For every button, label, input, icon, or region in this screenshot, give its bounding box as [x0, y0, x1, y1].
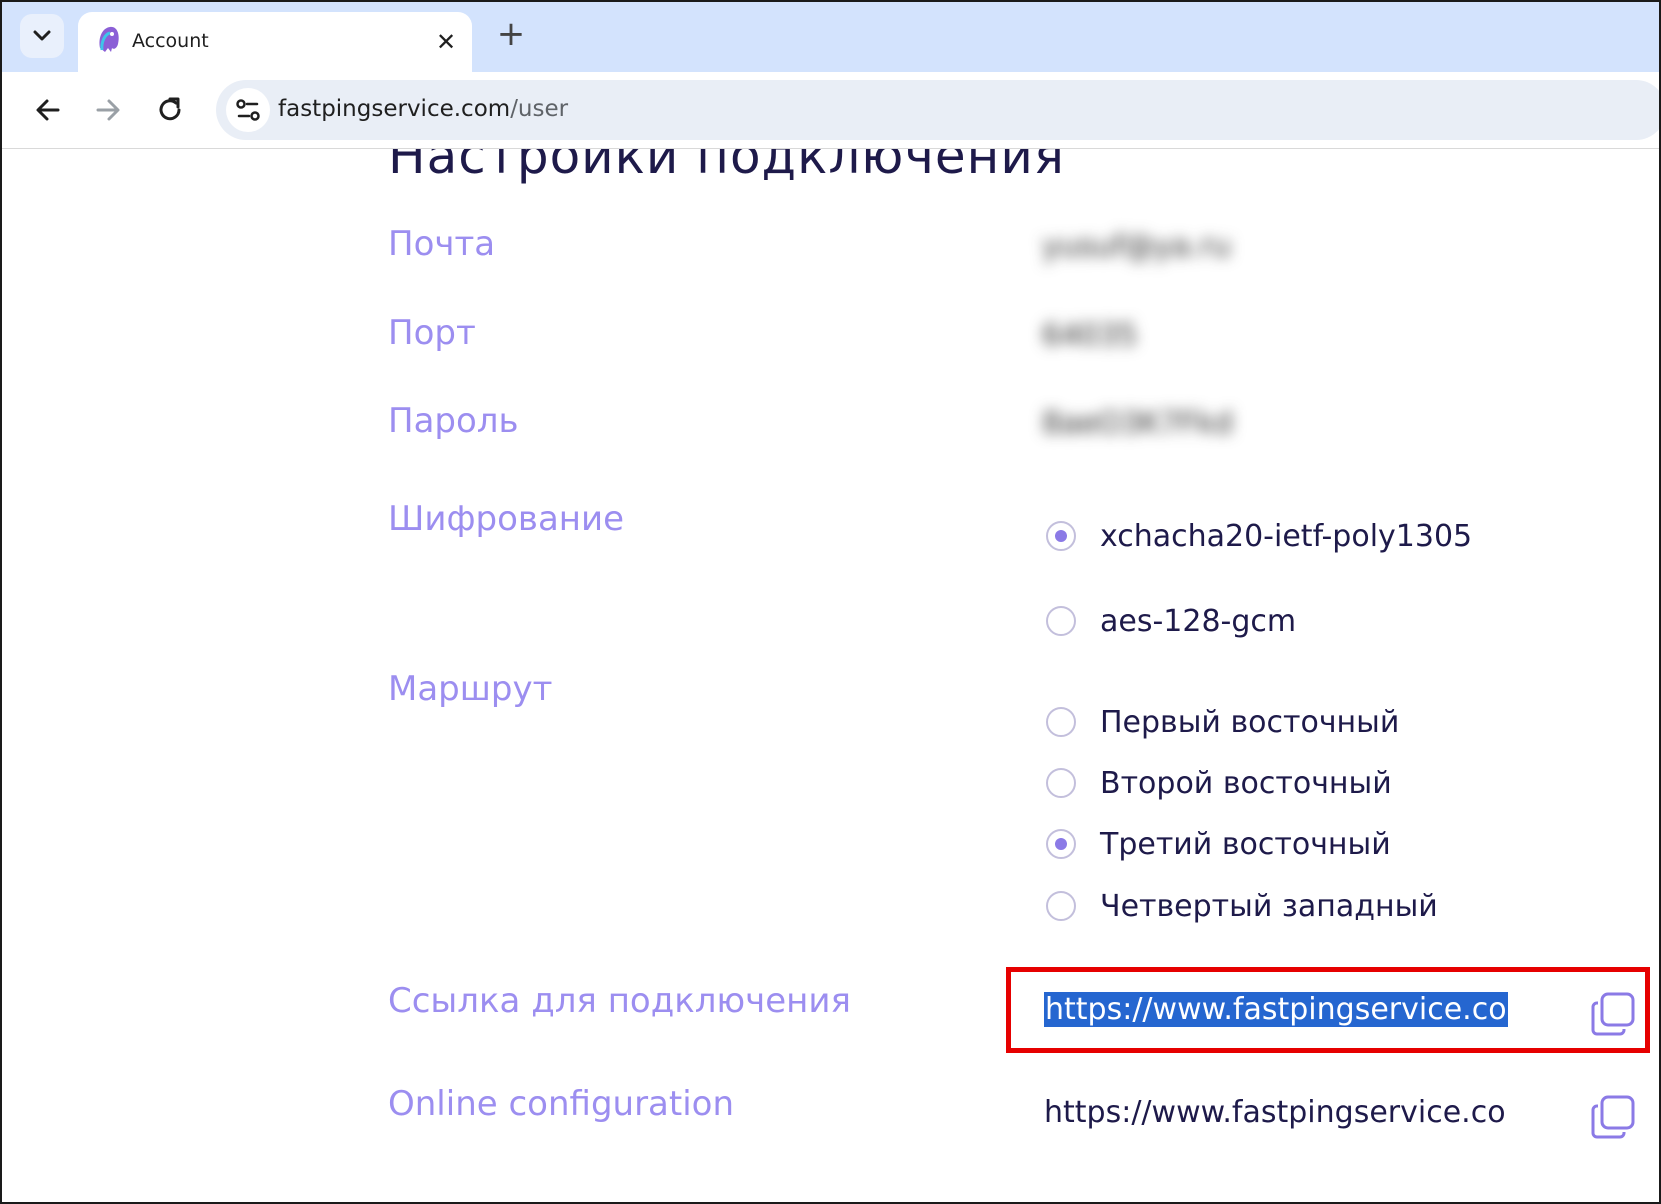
radio-label: Второй восточный [1100, 765, 1392, 801]
radio-button[interactable] [1046, 891, 1076, 921]
port-value: 64035 [1042, 318, 1138, 353]
route-option-second-east[interactable]: Второй восточный [1046, 763, 1392, 803]
radio-button[interactable] [1046, 768, 1076, 798]
encryption-option-aes[interactable]: aes-128-gcm [1046, 601, 1296, 641]
encryption-label: Шифрование [388, 499, 625, 539]
reload-icon[interactable] [150, 90, 190, 130]
address-bar[interactable]: fastpingservice.com/user [216, 80, 1659, 140]
encryption-option-xchacha[interactable]: xchacha20-ietf-poly1305 [1046, 516, 1472, 556]
highlight-annotation [1006, 967, 1650, 1053]
online-config-value[interactable]: https://www.fastpingservice.co [1044, 1095, 1506, 1130]
online-config-label: Online configuration [388, 1084, 735, 1124]
radio-button[interactable] [1046, 521, 1076, 551]
radio-button[interactable] [1046, 606, 1076, 636]
tab-account[interactable]: Account ✕ [78, 12, 472, 72]
route-option-first-east[interactable]: Первый восточный [1046, 702, 1399, 742]
browser-toolbar: fastpingservice.com/user [2, 72, 1659, 149]
page-title: Настройки подключения [388, 149, 1065, 185]
radio-label: xchacha20-ietf-poly1305 [1100, 518, 1473, 554]
browser-window: Account ✕ + fastpingservice.com/user Нас… [0, 0, 1661, 1204]
port-label: Порт [388, 313, 476, 353]
radio-label: Третий восточный [1100, 826, 1391, 862]
url-path: /user [510, 96, 569, 122]
connection-link-label: Ссылка для подключения [388, 981, 851, 1021]
new-tab-button[interactable]: + [494, 17, 528, 52]
page-content: Настройки подключения Почта yusuf@ya.ru … [2, 149, 1659, 1202]
route-option-fourth-west[interactable]: Четвертый западный [1046, 886, 1438, 926]
radio-label: Первый восточный [1100, 704, 1400, 740]
forward-arrow-icon[interactable] [88, 90, 128, 130]
email-value: yusuf@ya.ru [1042, 229, 1231, 264]
tab-search-button[interactable] [20, 14, 64, 58]
email-label: Почта [388, 224, 496, 264]
password-label: Пароль [388, 401, 519, 441]
password-value: 8aeO3K7Fkd [1042, 406, 1234, 441]
tab-strip: Account ✕ + [2, 2, 1659, 72]
back-arrow-icon[interactable] [28, 90, 68, 130]
copy-icon[interactable] [1590, 1094, 1636, 1140]
route-label: Маршрут [388, 669, 553, 709]
url-domain: fastpingservice.com [278, 96, 511, 122]
chevron-down-icon [33, 30, 51, 41]
tab-title: Account [132, 30, 209, 52]
tune-icon [236, 99, 260, 121]
radio-label: Четвертый западный [1100, 888, 1438, 924]
site-favicon-icon [99, 26, 119, 52]
route-option-third-east[interactable]: Третий восточный [1046, 824, 1391, 864]
radio-label: aes-128-gcm [1100, 603, 1297, 639]
radio-button[interactable] [1046, 707, 1076, 737]
close-tab-icon[interactable]: ✕ [436, 30, 456, 54]
site-info-button[interactable] [226, 88, 270, 132]
url-text[interactable]: fastpingservice.com/user [278, 96, 568, 122]
radio-button[interactable] [1046, 829, 1076, 859]
